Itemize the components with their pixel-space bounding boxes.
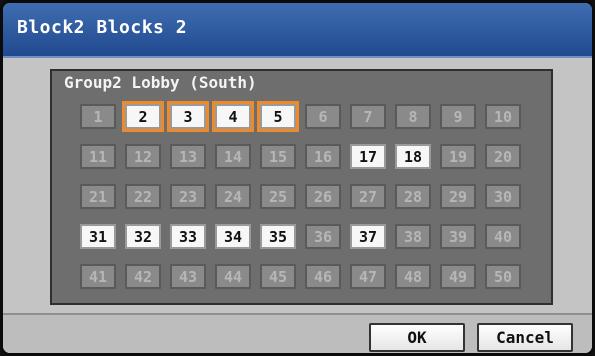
unit-cell-26[interactable]: 26 [305,184,341,209]
unit-cell-38[interactable]: 38 [395,224,431,249]
unit-cell-5[interactable]: 5 [260,104,296,129]
unit-cell-32[interactable]: 32 [125,224,161,249]
unit-cell-31[interactable]: 31 [80,224,116,249]
unit-cell-49[interactable]: 49 [440,264,476,289]
unit-cell-16[interactable]: 16 [305,144,341,169]
unit-cell-40[interactable]: 40 [485,224,521,249]
title-bar: Block2 Blocks 2 [3,3,592,58]
unit-cell-3[interactable]: 3 [170,104,206,129]
unit-cell-45[interactable]: 45 [260,264,296,289]
unit-cell-22[interactable]: 22 [125,184,161,209]
unit-cell-12[interactable]: 12 [125,144,161,169]
group-panel: Group2 Lobby (South) 1 2 3 4 5 6 7 8 9 10 11 12 13 14… [50,69,553,305]
unit-cell-30[interactable]: 30 [485,184,521,209]
unit-cell-25[interactable]: 25 [260,184,296,209]
block-dialog: Block2 Blocks 2 Group2 Lobby (South) 123… [0,0,595,356]
unit-cell-34[interactable]: 34 [215,224,251,249]
unit-cell-39[interactable]: 39 [440,224,476,249]
unit-cell-43[interactable]: 43 [170,264,206,289]
cancel-button[interactable]: Cancel [477,323,573,352]
dialog-content: Group2 Lobby (South) 1 2 3 4 5 6 7 8 9 10 11 12 13 14… [3,58,592,313]
unit-cell-47[interactable]: 47 [350,264,386,289]
unit-cell-18[interactable]: 18 [395,144,431,169]
unit-cell-7[interactable]: 7 [350,104,386,129]
unit-cell-23[interactable]: 23 [170,184,206,209]
unit-cell-21[interactable]: 21 [80,184,116,209]
unit-cell-19[interactable]: 19 [440,144,476,169]
unit-cell-1[interactable]: 1 [80,104,116,129]
unit-cell-9[interactable]: 9 [440,104,476,129]
ok-button[interactable]: OK [369,323,465,352]
unit-cell-4[interactable]: 4 [215,104,251,129]
unit-cell-6[interactable]: 6 [305,104,341,129]
unit-cell-41[interactable]: 41 [80,264,116,289]
unit-cell-42[interactable]: 42 [125,264,161,289]
unit-cell-11[interactable]: 11 [80,144,116,169]
unit-cell-24[interactable]: 24 [215,184,251,209]
unit-cell-13[interactable]: 13 [170,144,206,169]
unit-cell-8[interactable]: 8 [395,104,431,129]
unit-cell-29[interactable]: 29 [440,184,476,209]
unit-cell-14[interactable]: 14 [215,144,251,169]
unit-cell-10[interactable]: 10 [485,104,521,129]
unit-cell-20[interactable]: 20 [485,144,521,169]
unit-cell-15[interactable]: 15 [260,144,296,169]
dialog-title: Block2 Blocks 2 [17,17,188,38]
unit-cell-50[interactable]: 50 [485,264,521,289]
unit-cell-28[interactable]: 28 [395,184,431,209]
unit-cell-35[interactable]: 35 [260,224,296,249]
unit-cell-2[interactable]: 2 [125,104,161,129]
unit-cell-33[interactable]: 33 [170,224,206,249]
unit-cell-27[interactable]: 27 [350,184,386,209]
unit-cell-17[interactable]: 17 [350,144,386,169]
unit-cell-37[interactable]: 37 [350,224,386,249]
unit-cell-36[interactable]: 36 [305,224,341,249]
button-bar: OK Cancel [3,313,592,353]
group-name-label: Group2 Lobby (South) [64,73,257,92]
unit-cell-48[interactable]: 48 [395,264,431,289]
unit-cell-44[interactable]: 44 [215,264,251,289]
unit-cell-46[interactable]: 46 [305,264,341,289]
